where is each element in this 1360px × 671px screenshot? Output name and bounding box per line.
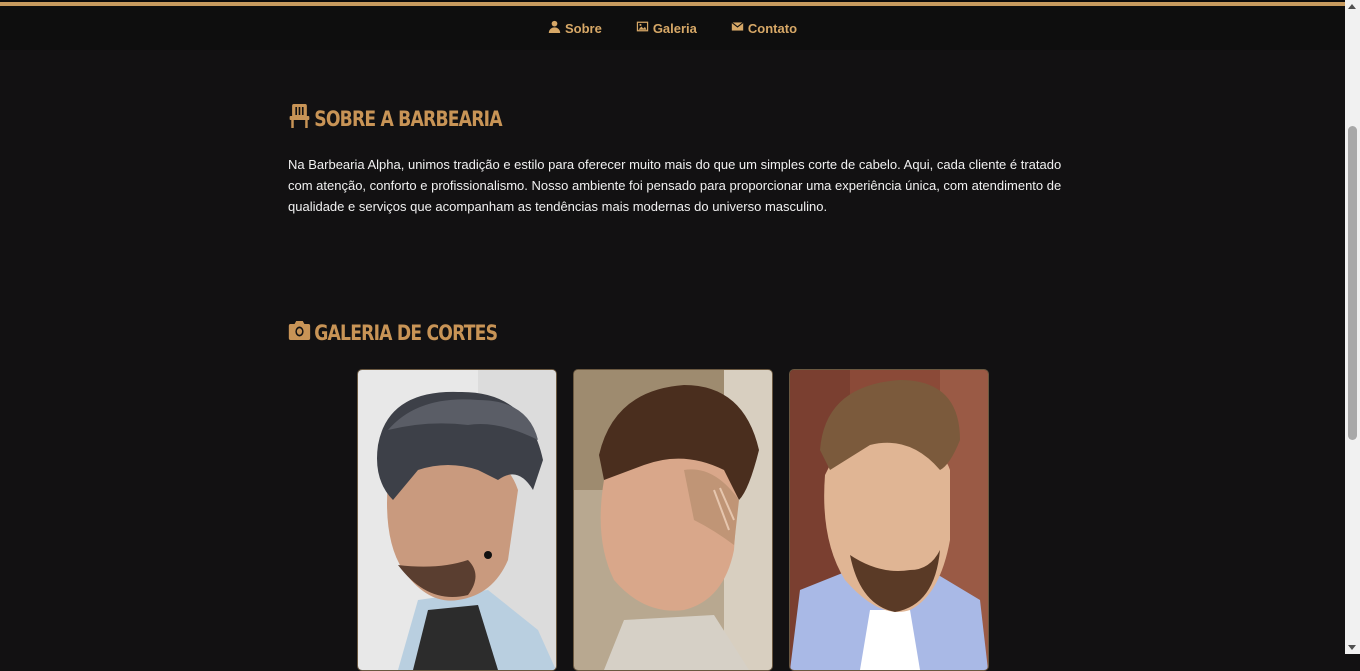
nav-link-galeria[interactable]: Galeria: [636, 20, 697, 36]
envelope-icon: [731, 20, 744, 36]
gallery-image-2[interactable]: [573, 369, 773, 671]
scroll-up-icon[interactable]: [1348, 4, 1356, 9]
user-icon: [548, 20, 561, 36]
navbar: Sobre Galeria Contato: [0, 6, 1345, 50]
scroll-thumb[interactable]: [1348, 126, 1357, 440]
nav-link-label: Contato: [747, 20, 798, 36]
nav-link-contato[interactable]: Contato: [731, 20, 797, 36]
about-section-title: SOBRE A BARBEARIA: [288, 102, 503, 135]
gallery-section-title: GALERIA DE CORTES: [288, 316, 498, 349]
gallery-image-1[interactable]: [357, 369, 557, 671]
nav-link-sobre[interactable]: Sobre: [548, 20, 602, 36]
gallery-title-text: GALERIA DE CORTES: [314, 320, 498, 345]
gallery-image-3[interactable]: [789, 369, 989, 671]
barber-chair-icon: [288, 102, 311, 135]
nav-link-label: Galeria: [652, 20, 697, 36]
gallery-grid: [357, 369, 989, 671]
about-title-text: SOBRE A BARBEARIA: [314, 106, 502, 131]
camera-icon: [288, 316, 311, 349]
about-paragraph: Na Barbearia Alpha, unimos tradição e es…: [288, 157, 1062, 214]
image-icon: [636, 20, 649, 36]
nav-link-label: Sobre: [564, 20, 602, 36]
page-scrollbar[interactable]: [1345, 0, 1360, 654]
scroll-down-icon[interactable]: [1348, 645, 1356, 650]
